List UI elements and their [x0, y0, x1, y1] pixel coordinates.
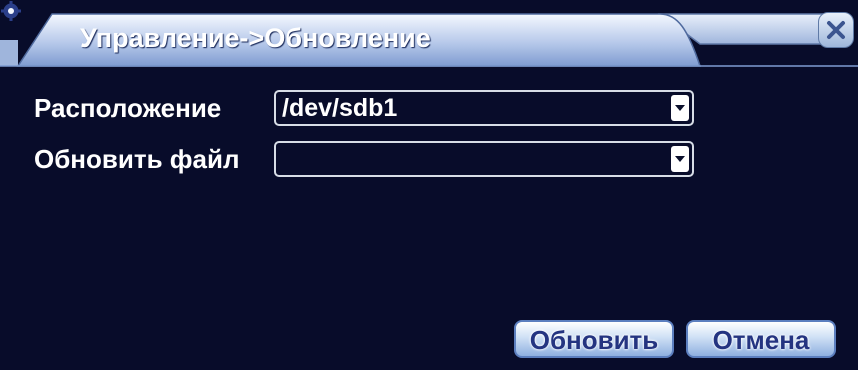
- close-icon: [827, 21, 845, 39]
- location-value: /dev/sdb1: [282, 94, 398, 122]
- location-label: Расположение: [34, 93, 222, 123]
- chevron-down-icon: [675, 105, 685, 111]
- chevron-down-icon: [675, 156, 685, 162]
- gear-icon: [1, 1, 21, 21]
- dialog-title: Управление->Обновление: [80, 23, 431, 53]
- update-file-dropdown-button[interactable]: [671, 146, 689, 172]
- update-file-label: Обновить файл: [34, 144, 240, 174]
- location-select[interactable]: /dev/sdb1: [274, 90, 694, 126]
- update-button[interactable]: Обновить: [514, 320, 674, 358]
- cancel-button-label: Отмена: [712, 325, 810, 355]
- update-button-label: Обновить: [529, 325, 659, 355]
- location-dropdown-button[interactable]: [671, 95, 689, 121]
- update-dialog: Управление->Обновление Расположение /dev…: [0, 0, 858, 370]
- cancel-button[interactable]: Отмена: [686, 320, 836, 358]
- title-bar: Управление->Обновление: [0, 0, 858, 72]
- close-button[interactable]: [818, 12, 854, 48]
- update-file-select[interactable]: [274, 141, 694, 177]
